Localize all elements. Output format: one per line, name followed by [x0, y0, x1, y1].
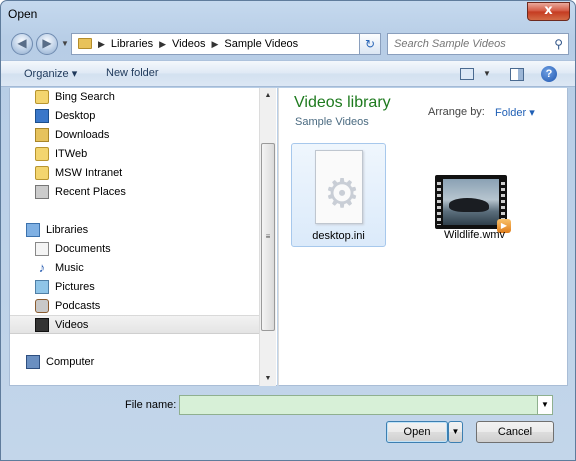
sidebar-item-label: Downloads [55, 129, 110, 141]
sidebar-item-documents[interactable]: Documents [10, 240, 260, 259]
sidebar-item-label: Podcasts [55, 300, 101, 312]
settings-file-icon: ⚙ [315, 150, 363, 224]
refresh-icon[interactable]: ↻ [359, 33, 381, 55]
link-icon [35, 166, 49, 180]
open-button[interactable]: Open [386, 421, 448, 443]
address-row: ◀ ▶ ▼ ▶ Libraries ▶ Videos ▶ Sample Vide… [1, 29, 575, 57]
view-options-dropdown-icon[interactable]: ▼ [483, 69, 491, 78]
link-icon [35, 147, 49, 161]
link-icon [35, 90, 49, 104]
whale-image [449, 198, 489, 212]
video-frame [443, 179, 499, 225]
search-input[interactable] [388, 34, 548, 54]
file-name-label-text: File name: [125, 399, 177, 411]
scroll-thumb[interactable]: ≡ [261, 143, 275, 331]
new-folder-button[interactable]: New folder [106, 67, 159, 79]
videos-icon [35, 318, 49, 332]
libraries-icon [26, 223, 40, 237]
breadcrumb-libraries[interactable]: Libraries [111, 38, 153, 50]
downloads-icon [35, 128, 49, 142]
navigation-scrollbar[interactable]: ▲ ≡ ▼ [259, 88, 276, 386]
sidebar-item-label: Computer [46, 356, 95, 368]
title-bar: Open x [1, 1, 575, 29]
file-name: Wildlife.wmv [443, 229, 506, 241]
scroll-down-icon[interactable]: ▼ [260, 371, 276, 386]
sidebar-item-bing-search[interactable]: Bing Search [10, 88, 260, 107]
breadcrumb: ▶ Libraries ▶ Videos ▶ Sample Videos [98, 38, 298, 50]
navigation-pane: Bing Search Desktop Downloads ITWeb MSW … [9, 88, 277, 386]
file-list-pane: Videos library Sample Videos Arrange by:… [278, 88, 568, 386]
preview-pane-icon[interactable] [510, 68, 524, 81]
file-name: desktop.ini [312, 230, 365, 242]
file-item-desktop-ini[interactable]: ⚙ desktop.ini [291, 143, 386, 247]
forward-button[interactable]: ▶ [36, 33, 58, 55]
sidebar-item-label: MSW Intranet [55, 167, 123, 179]
sidebar-item-podcasts[interactable]: Podcasts [10, 297, 260, 316]
change-view-icon[interactable] [460, 68, 474, 80]
folder-icon [78, 38, 92, 49]
video-thumbnail-icon: ▶ [435, 175, 511, 233]
library-subtitle: Sample Videos [295, 116, 369, 128]
open-options-dropdown-icon[interactable]: ▼ [448, 421, 463, 443]
film-perforation [437, 179, 441, 225]
sidebar-item-desktop[interactable]: Desktop [10, 107, 260, 126]
address-bar[interactable]: ▶ Libraries ▶ Videos ▶ Sample Videos [71, 33, 356, 55]
sidebar-item-label: ITWeb [55, 148, 88, 160]
breadcrumb-videos[interactable]: Videos [172, 38, 205, 50]
close-button[interactable]: x [527, 2, 570, 21]
sidebar-item-label: Pictures [55, 281, 95, 293]
recent-places-icon [35, 185, 49, 199]
recent-pages-dropdown-icon[interactable]: ▼ [61, 39, 69, 48]
sidebar-item-label: Desktop [55, 110, 96, 122]
sidebar-item-label: Videos [55, 319, 89, 331]
sidebar-item-label: Libraries [46, 224, 89, 236]
search-box[interactable]: ⚲ [387, 33, 569, 55]
file-name-input[interactable] [179, 395, 539, 415]
file-name-dropdown-icon[interactable]: ▼ [537, 395, 553, 415]
sidebar-item-downloads[interactable]: Downloads [10, 126, 260, 145]
sidebar-item-label: Recent Places [55, 186, 126, 198]
command-bar: Organize ▾ New folder ▼ ? [1, 60, 575, 87]
pictures-icon [35, 280, 49, 294]
chevron-right-icon[interactable]: ▶ [159, 39, 166, 50]
window-title: Open [8, 7, 38, 21]
chevron-right-icon[interactable]: ▶ [211, 39, 218, 50]
sidebar-item-label: Bing Search [55, 91, 115, 103]
sidebar-item-itweb[interactable]: ITWeb [10, 145, 260, 164]
sidebar-item-pictures[interactable]: Pictures [10, 278, 260, 297]
organize-button[interactable]: Organize ▾ [24, 67, 77, 80]
back-button[interactable]: ◀ [11, 33, 33, 55]
computer-icon [26, 355, 40, 369]
breadcrumb-sample-videos[interactable]: Sample Videos [224, 38, 298, 50]
sidebar-item-label: Documents [55, 243, 111, 255]
library-title: Videos library [294, 94, 391, 111]
chevron-right-icon[interactable]: ▶ [98, 39, 105, 50]
gear-icon: ⚙ [324, 171, 360, 217]
file-name-label: File name: [125, 399, 176, 411]
open-dialog: Open x ◀ ▶ ▼ ▶ Libraries ▶ Videos ▶ Samp… [0, 0, 576, 461]
sidebar-item-msw-intranet[interactable]: MSW Intranet [10, 164, 260, 183]
scroll-up-icon[interactable]: ▲ [260, 88, 276, 103]
sidebar-item-videos[interactable]: Videos [10, 315, 260, 334]
sidebar-item-music[interactable]: ♪ Music [10, 259, 260, 278]
arrange-by-label: Arrange by: [428, 106, 485, 118]
documents-icon [35, 242, 49, 256]
help-icon[interactable]: ? [541, 66, 557, 82]
sidebar-item-libraries[interactable]: Libraries [10, 221, 260, 240]
sidebar-item-recent-places[interactable]: Recent Places [10, 183, 260, 202]
sidebar-item-computer[interactable]: Computer [10, 353, 260, 372]
desktop-icon [35, 109, 49, 123]
music-icon: ♪ [38, 260, 46, 275]
search-icon[interactable]: ⚲ [554, 37, 563, 51]
file-item-wildlife-wmv[interactable]: ▶ Wildlife.wmv [427, 143, 522, 247]
podcasts-icon [35, 299, 49, 313]
cancel-button[interactable]: Cancel [476, 421, 554, 443]
sidebar-item-label: Music [55, 262, 84, 274]
arrange-by-dropdown[interactable]: Folder ▾ [495, 106, 535, 119]
